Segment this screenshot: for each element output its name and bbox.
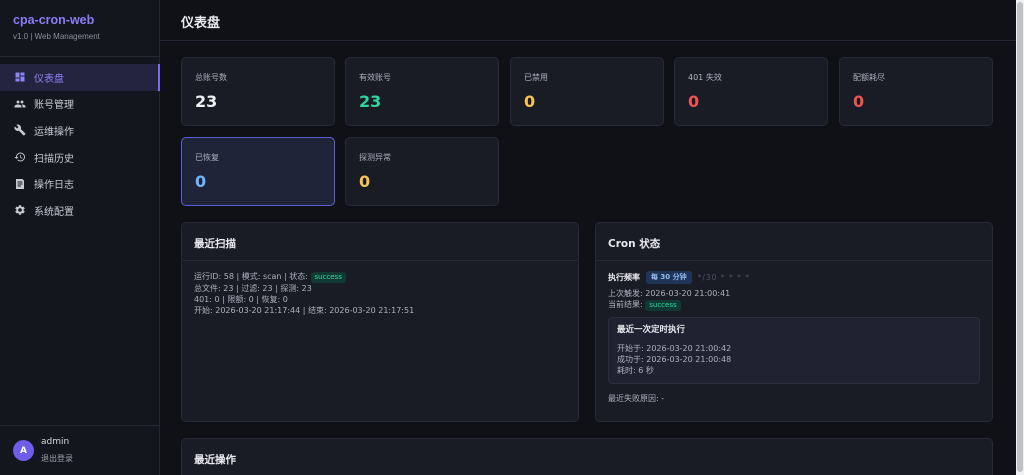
stat-label: 已禁用 bbox=[524, 73, 548, 82]
cron-current-result: 当前结果: success bbox=[608, 299, 980, 311]
stat-card-probe-error[interactable]: 探测异常 0 bbox=[345, 137, 499, 206]
cron-status-body: 执行频率 每 30 分钟 */30 * * * * 上次触发: 2026-03-… bbox=[596, 261, 992, 414]
logout-link[interactable]: 退出登录 bbox=[41, 453, 73, 464]
cron-expression: */30 * * * * bbox=[697, 273, 750, 282]
dashboard-icon bbox=[14, 71, 26, 83]
stat-value: 0 bbox=[524, 92, 536, 111]
last-failure-reason: 最近失败原因: - bbox=[608, 394, 665, 403]
stat-label: 配额耗尽 bbox=[853, 73, 885, 82]
stat-label: 探测异常 bbox=[359, 153, 391, 162]
last-scheduled-run-card: 最近一次定时执行 开始于: 2026-03-20 21:00:42 成功于: 2… bbox=[608, 317, 980, 384]
page-header: 仪表盘 bbox=[160, 0, 1016, 41]
cron-status-panel: Cron 状态 执行频率 每 30 分钟 */30 * * * * 上次触发: … bbox=[595, 222, 993, 422]
panel-title: 最近操作 bbox=[194, 454, 236, 466]
sidebar-item-scan-history[interactable]: 扫描历史 bbox=[0, 144, 160, 171]
sidebar-item-operations[interactable]: 运维操作 bbox=[0, 117, 160, 144]
recent-operations-panel: 最近操作 bbox=[181, 438, 993, 475]
sidebar: cpa-cron-web v1.0 | Web Management 仪表盘 账… bbox=[0, 0, 160, 475]
scan-line-counts: 401: 0 | 限额: 0 | 恢复: 0 bbox=[194, 295, 288, 304]
sidebar-item-label: 账号管理 bbox=[34, 100, 74, 112]
brand: cpa-cron-web v1.0 | Web Management bbox=[0, 0, 159, 57]
sidebar-item-system-config[interactable]: 系统配置 bbox=[0, 197, 160, 224]
frequency-label: 执行频率 bbox=[608, 273, 640, 282]
avatar[interactable]: A bbox=[13, 440, 34, 461]
stat-value: 23 bbox=[359, 92, 382, 111]
stat-card-recovered[interactable]: 已恢复 0 bbox=[181, 137, 335, 206]
stat-label: 总账号数 bbox=[195, 73, 227, 82]
status-badge: success bbox=[645, 300, 681, 311]
stat-label: 已恢复 bbox=[195, 153, 219, 162]
scan-line-run: 运行ID: 58 | 模式: scan | 状态: success bbox=[194, 271, 566, 283]
user-panel: A admin 退出登录 bbox=[0, 425, 160, 475]
history-icon bbox=[14, 151, 26, 163]
users-icon bbox=[14, 98, 26, 110]
panel-title: Cron 状态 bbox=[596, 223, 992, 261]
stat-card-total-accounts[interactable]: 总账号数 23 bbox=[181, 57, 335, 126]
page-title: 仪表盘 bbox=[181, 16, 221, 31]
gear-icon bbox=[14, 204, 26, 216]
stat-value: 0 bbox=[195, 172, 207, 191]
sidebar-nav: 仪表盘 账号管理 运维操作 扫描历史 操作日志 系统配置 bbox=[0, 64, 160, 224]
stat-card-valid-accounts[interactable]: 有效账号 23 bbox=[345, 57, 499, 126]
stat-value: 0 bbox=[688, 92, 700, 111]
last-run-duration: 耗时: 6 秒 bbox=[617, 366, 654, 375]
cron-frequency-row: 执行频率 每 30 分钟 */30 * * * * bbox=[608, 271, 980, 284]
scan-run-info: 运行ID: 58 | 模式: scan | 状态: bbox=[194, 272, 308, 281]
log-icon bbox=[14, 178, 26, 190]
brand-title: cpa-cron-web bbox=[13, 13, 95, 27]
current-result-label: 当前结果: bbox=[608, 300, 643, 309]
sidebar-item-label: 运维操作 bbox=[34, 126, 74, 138]
wrench-icon bbox=[14, 124, 26, 136]
sidebar-item-label: 操作日志 bbox=[34, 180, 74, 192]
status-badge: success bbox=[310, 272, 346, 283]
user-info: admin 退出登录 bbox=[41, 437, 73, 464]
panel-title: 最近扫描 bbox=[182, 223, 578, 261]
sidebar-item-accounts[interactable]: 账号管理 bbox=[0, 91, 160, 118]
recent-scan-panel: 最近扫描 运行ID: 58 | 模式: scan | 状态: success 总… bbox=[181, 222, 579, 422]
last-run-title: 最近一次定时执行 bbox=[617, 325, 686, 335]
stat-card-401-invalid[interactable]: 401 失效 0 bbox=[674, 57, 828, 126]
main-content: 仪表盘 总账号数 23 有效账号 23 已禁用 0 401 失效 0 配额耗尽 … bbox=[160, 0, 1016, 475]
scan-line-files: 总文件: 23 | 过滤: 23 | 探测: 23 bbox=[194, 284, 312, 293]
sidebar-item-label: 扫描历史 bbox=[34, 153, 74, 165]
brand-subtitle: v1.0 | Web Management bbox=[13, 32, 100, 41]
stat-value: 0 bbox=[359, 172, 371, 191]
recent-scan-body: 运行ID: 58 | 模式: scan | 状态: success 总文件: 2… bbox=[182, 261, 578, 326]
stat-card-disabled[interactable]: 已禁用 0 bbox=[510, 57, 664, 126]
stat-label: 有效账号 bbox=[359, 73, 391, 82]
sidebar-item-label: 系统配置 bbox=[34, 206, 74, 218]
stat-value: 23 bbox=[195, 92, 218, 111]
page-scrollbar[interactable] bbox=[1016, 0, 1024, 475]
last-run-succeeded: 成功于: 2026-03-20 21:00:48 bbox=[617, 355, 732, 364]
frequency-badge: 每 30 分钟 bbox=[646, 271, 692, 284]
sidebar-item-dashboard[interactable]: 仪表盘 bbox=[0, 64, 160, 91]
sidebar-item-operation-log[interactable]: 操作日志 bbox=[0, 170, 160, 197]
user-name: admin bbox=[41, 437, 70, 447]
cron-last-trigger: 上次触发: 2026-03-20 21:00:41 bbox=[608, 289, 731, 298]
stat-label: 401 失效 bbox=[688, 73, 722, 82]
stat-value: 0 bbox=[853, 92, 865, 111]
stat-card-quota-exhausted[interactable]: 配额耗尽 0 bbox=[839, 57, 993, 126]
last-run-started: 开始于: 2026-03-20 21:00:42 bbox=[617, 344, 732, 353]
scan-line-time: 开始: 2026-03-20 21:17:44 | 结束: 2026-03-20… bbox=[194, 306, 415, 315]
sidebar-item-label: 仪表盘 bbox=[34, 73, 64, 85]
scrollbar-thumb[interactable] bbox=[1017, 2, 1023, 472]
